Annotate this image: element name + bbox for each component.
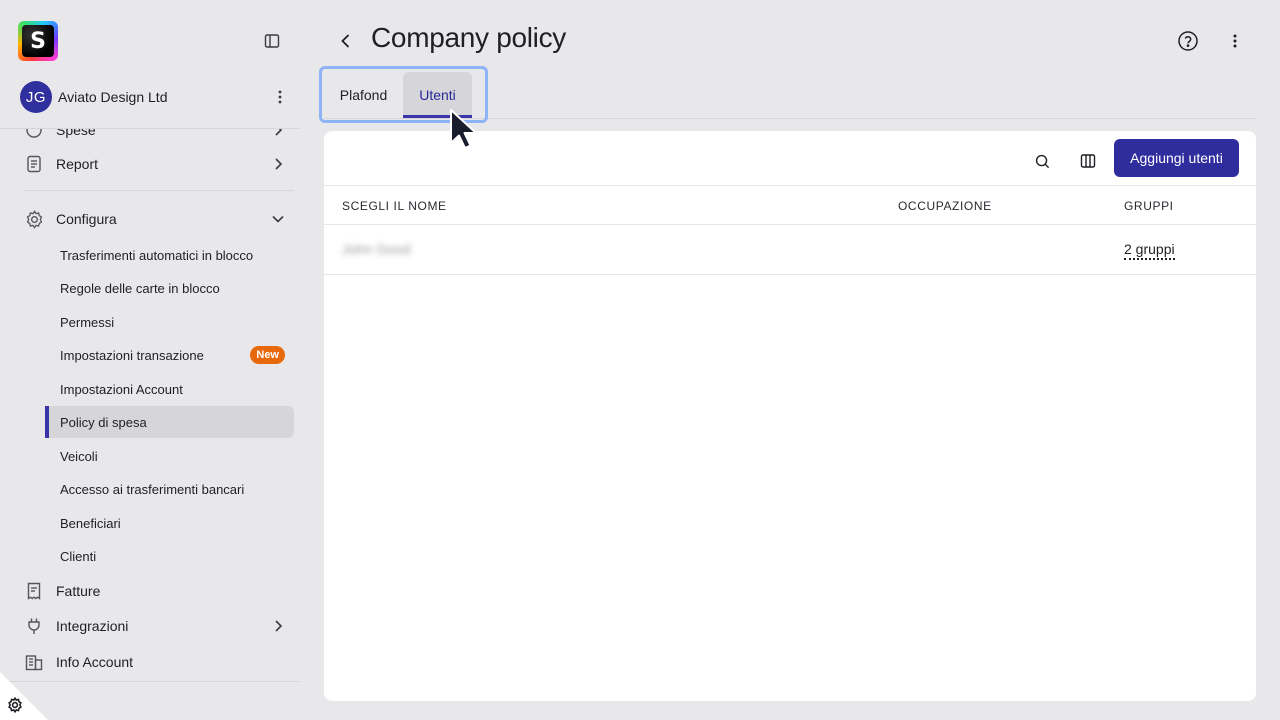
chevron-right-icon	[270, 156, 286, 172]
gear-icon	[24, 209, 44, 229]
users-table-card: Aggiungi utenti SCEGLI IL NOME OCCUPAZIO…	[324, 131, 1256, 701]
sidebar-item-integrazioni[interactable]: Integrazioni	[24, 609, 286, 643]
subnav-item-account-settings[interactable]: Impostazioni Account	[45, 373, 294, 405]
company-menu-icon[interactable]	[270, 90, 290, 104]
sidebar-item-label: Integrazioni	[56, 618, 129, 634]
subnav-item-beneficiaries[interactable]: Beneficiari	[45, 507, 294, 539]
app-logo[interactable]: S	[18, 21, 58, 61]
sidebar-item-label: Configura	[56, 211, 117, 227]
sidebar-item-report[interactable]: Report	[24, 147, 286, 181]
new-badge: New	[250, 346, 285, 364]
help-icon[interactable]	[1177, 30, 1199, 52]
sidebar: S JG Aviato Design Ltd Spese Report Conf…	[0, 0, 310, 720]
report-icon	[24, 154, 44, 174]
tabs-focus-ring	[319, 66, 488, 123]
sidebar-item-info-account[interactable]: Info Account	[24, 645, 286, 679]
subnav-item-bulk-card-rules[interactable]: Regole delle carte in blocco	[45, 272, 294, 304]
wallet-icon	[24, 129, 44, 140]
groups-link[interactable]: 2 gruppi	[1124, 241, 1175, 260]
subnav-item-spending-policy[interactable]: Policy di spesa	[45, 406, 294, 438]
chevron-down-icon	[270, 211, 286, 227]
logo-letter: S	[22, 25, 54, 57]
table-header: SCEGLI IL NOME OCCUPAZIONE GRUPPI	[324, 185, 1256, 225]
company-switcher[interactable]: JG Aviato Design Ltd	[20, 81, 290, 113]
plug-icon	[24, 616, 44, 636]
sidebar-item-label: Spese	[56, 128, 96, 138]
column-header-occupation[interactable]: OCCUPAZIONE	[898, 199, 992, 213]
add-users-button[interactable]: Aggiungi utenti	[1114, 139, 1239, 177]
subnav-item-label: Impostazioni transazione	[60, 347, 204, 363]
settings-gear-icon[interactable]	[7, 696, 23, 714]
subnav-item-transaction-settings[interactable]: Impostazioni transazione New	[45, 339, 294, 371]
company-name: Aviato Design Ltd	[58, 89, 168, 105]
chevron-right-icon	[270, 129, 286, 138]
search-icon[interactable]	[1030, 149, 1054, 173]
sidebar-item-label: Report	[56, 156, 99, 172]
subnav-item-clients[interactable]: Clienti	[45, 540, 294, 572]
columns-icon[interactable]	[1076, 149, 1100, 173]
column-header-name[interactable]: SCEGLI IL NOME	[342, 199, 447, 213]
building-icon	[24, 652, 44, 672]
more-options-icon[interactable]	[1225, 31, 1245, 51]
subnav-item-vehicles[interactable]: Veicoli	[45, 440, 294, 472]
table-row[interactable]: John Good 2 gruppi	[324, 225, 1256, 275]
sidebar-divider	[24, 190, 294, 191]
invoice-icon	[24, 581, 44, 601]
sidebar-item-label: Info Account	[56, 654, 134, 670]
sidebar-nav[interactable]: Spese Report Configura Trasferimenti aut…	[0, 128, 300, 682]
back-chevron-icon[interactable]	[336, 31, 354, 51]
column-header-groups[interactable]: GRUPPI	[1124, 199, 1174, 213]
chevron-right-icon	[270, 618, 286, 634]
sidebar-collapse-icon[interactable]	[262, 31, 282, 51]
user-name-cell: John Good	[342, 241, 411, 257]
page-title: Company policy	[371, 22, 566, 53]
sidebar-item-configura[interactable]: Configura	[24, 202, 286, 236]
subnav-item-bulk-transfers[interactable]: Trasferimenti automatici in blocco	[45, 239, 294, 271]
sidebar-item-label: Fatture	[56, 583, 101, 599]
sidebar-item-fatture[interactable]: Fatture	[24, 574, 286, 608]
sidebar-item-spese[interactable]: Spese	[24, 128, 286, 147]
avatar: JG	[20, 81, 52, 113]
subnav-item-permissions[interactable]: Permessi	[45, 306, 294, 338]
subnav-item-bank-transfer-access[interactable]: Accesso ai trasferimenti bancari	[45, 473, 294, 505]
